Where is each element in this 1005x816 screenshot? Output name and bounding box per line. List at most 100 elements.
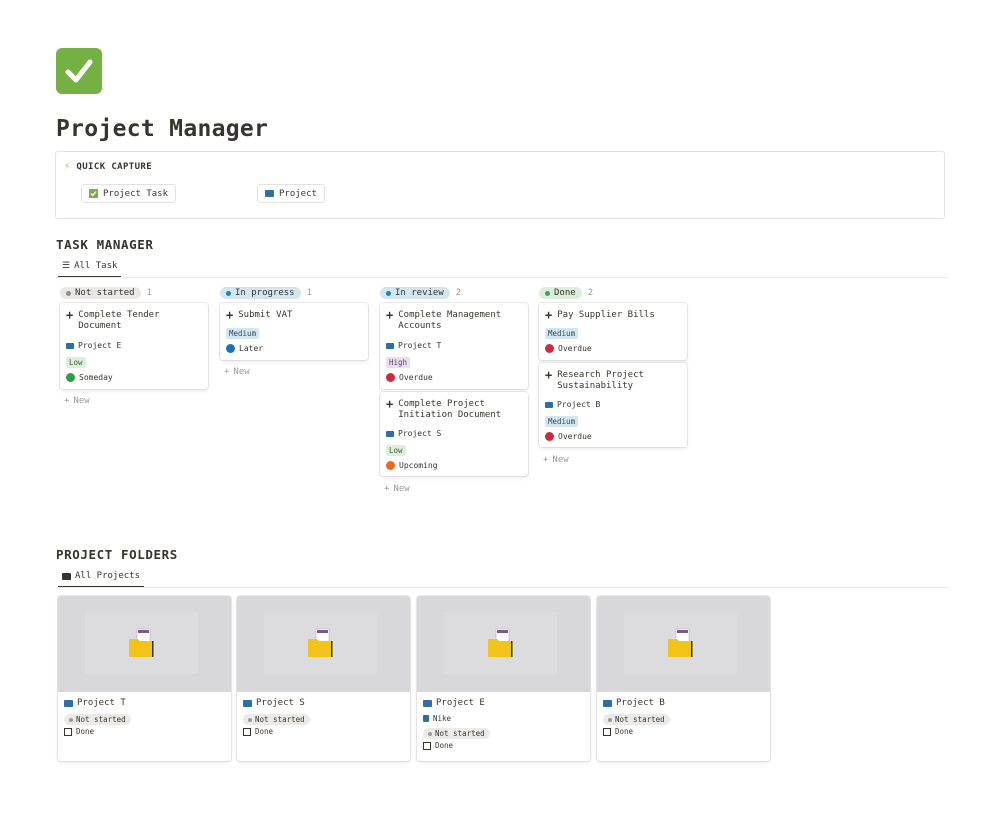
list-icon: ☰ [62, 261, 71, 271]
column-header-in-review[interactable]: In review 2 [380, 287, 461, 299]
plus-icon: + [545, 308, 553, 322]
checkbox-icon [89, 189, 98, 198]
plus-icon: + [64, 396, 70, 406]
plus-icon: + [545, 368, 553, 382]
project-card[interactable]: Project E Nike Not started Done [417, 596, 590, 761]
task-title: + Pay Supplier Bills [545, 308, 655, 322]
view-divider [56, 587, 948, 588]
client-icon [423, 715, 429, 722]
task-project: Project S [386, 429, 441, 438]
task-card[interactable]: + Complete Management Accounts Project T H… [380, 303, 528, 389]
new-task-button[interactable]: + New [543, 455, 569, 465]
task-project: Project B [545, 400, 600, 409]
task-timing: Overdue [386, 373, 433, 382]
folder-icon [386, 430, 394, 437]
project-card[interactable]: Project T Not started Done [58, 596, 231, 761]
folder-icon [603, 699, 612, 707]
plus-icon: + [386, 308, 394, 322]
task-title: + Submit VAT [226, 308, 293, 322]
status-circle-icon [226, 344, 235, 353]
project-done-checkbox[interactable]: Done [603, 727, 633, 736]
project-status: Not started [64, 714, 131, 725]
project-cover [237, 596, 410, 692]
new-task-button[interactable]: + New [384, 484, 410, 494]
project-done-checkbox[interactable]: Done [243, 727, 273, 736]
plus-icon: + [226, 308, 234, 322]
page-icon[interactable] [56, 48, 102, 94]
priority-tag: Medium [545, 328, 579, 339]
project-card[interactable]: Project B Not started Done [597, 596, 770, 761]
checkmark-icon [65, 59, 93, 83]
view-divider [56, 277, 948, 278]
new-project-button[interactable]: Project [257, 184, 325, 203]
status-circle-icon [386, 461, 395, 470]
project-name: Project S [243, 698, 305, 708]
quick-capture-callout: ⚡ QUICK CAPTURE Project Task Project [55, 151, 945, 219]
column-header-in-progress[interactable]: In progress 1 [220, 287, 312, 299]
task-timing: Later [226, 344, 263, 353]
tab-all-task[interactable]: ☰ All Task [58, 261, 122, 278]
folder-icon [66, 342, 74, 349]
status-pill: Done [539, 287, 582, 299]
new-task-button[interactable]: + New [224, 367, 250, 377]
folder-document-icon [668, 628, 693, 657]
folder-icon [545, 401, 553, 408]
task-title: + Complete Project Initiation Document [386, 397, 502, 420]
status-pill: Not started [60, 287, 141, 299]
column-header-done[interactable]: Done 2 [539, 287, 593, 299]
column-count: 1 [306, 288, 313, 298]
project-done-checkbox[interactable]: Done [423, 741, 453, 750]
project-status: Not started [423, 728, 490, 739]
project-name: Project E [423, 698, 485, 708]
folder-document-icon [129, 628, 154, 657]
status-circle-icon [386, 373, 395, 382]
task-timing: Overdue [545, 432, 592, 441]
checkbox-icon [603, 727, 611, 736]
new-project-task-button[interactable]: Project Task [81, 184, 177, 203]
checkbox-icon [243, 727, 251, 736]
folder-document-icon [308, 628, 333, 657]
page-title: Project Manager [56, 116, 269, 142]
status-circle-icon [545, 344, 554, 353]
priority-tag: Low [66, 357, 86, 368]
lightning-icon: ⚡ [64, 161, 71, 172]
task-card[interactable]: + Pay Supplier Bills Medium Overdue [539, 303, 687, 360]
tab-all-projects[interactable]: All Projects [58, 571, 145, 588]
column-count: 2 [587, 288, 594, 298]
folder-icon [62, 572, 71, 580]
checkbox-icon [64, 727, 72, 736]
plus-icon: + [66, 308, 74, 322]
folder-icon [386, 342, 394, 349]
task-title: + Complete Tender Document [66, 308, 160, 331]
project-name: Project B [603, 698, 665, 708]
plus-icon: + [384, 484, 390, 494]
priority-tag: Low [386, 445, 406, 456]
task-card[interactable]: + Complete Tender Document Project E Low S… [60, 303, 208, 389]
folder-icon [423, 699, 432, 707]
priority-tag: Medium [226, 328, 260, 339]
task-project: Project E [66, 341, 121, 350]
project-cover [597, 596, 770, 692]
task-title: + Research Project Sustainability [545, 368, 644, 391]
status-circle-icon [66, 373, 75, 382]
priority-tag: High [386, 357, 411, 368]
column-header-not-started[interactable]: Not started 1 [60, 287, 152, 299]
project-done-checkbox[interactable]: Done [64, 727, 94, 736]
task-card[interactable]: + Complete Project Initiation Document Pro… [380, 392, 528, 476]
project-card[interactable]: Project S Not started Done [237, 596, 410, 761]
plus-icon: + [543, 455, 549, 465]
task-card[interactable]: + Research Project Sustainability Project … [539, 363, 687, 447]
task-card[interactable]: + Submit VAT Medium Later [220, 303, 368, 360]
status-pill: In progress [220, 287, 301, 299]
task-timing: Someday [66, 373, 113, 382]
folder-icon [64, 699, 73, 707]
checkbox-icon [423, 741, 431, 750]
column-count: 1 [146, 288, 153, 298]
project-cover [58, 596, 231, 692]
project-client: Nike [423, 714, 451, 723]
project-name: Project T [64, 698, 126, 708]
project-cover [417, 596, 590, 692]
task-timing: Overdue [545, 344, 592, 353]
task-title: + Complete Management Accounts [386, 308, 502, 331]
new-task-button[interactable]: + New [64, 396, 90, 406]
